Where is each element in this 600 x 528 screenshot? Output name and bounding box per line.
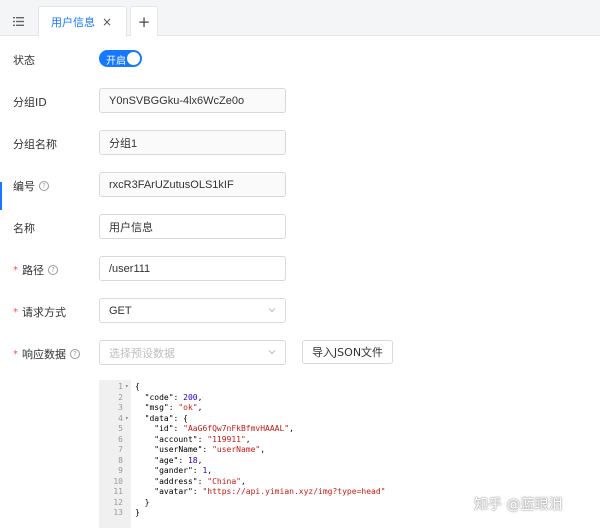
status-label: 状态 [13,54,35,67]
preset-data-placeholder: 选择预设数据 [109,347,175,360]
toggle-knob [127,52,140,65]
close-icon[interactable]: × [102,15,112,29]
line-number: 7 [118,445,123,454]
line-number: 11 [113,487,123,496]
list-icon[interactable] [0,6,36,36]
group-id-label: 分组ID [13,96,47,109]
code-text: "code": 200, [135,392,203,402]
side-indicator [0,182,2,210]
code-text: "gander": 1, [135,466,213,475]
code-text: "avatar": "https://api.yimian.xyz/img?ty… [135,487,386,496]
code-text: } [135,508,140,517]
code-text: "account": "119911", [135,434,251,444]
method-label: 请求方式 [22,306,66,319]
help-icon[interactable]: ? [70,349,80,359]
code-text: } [135,497,150,507]
code-text: "userName": "userName", [135,445,266,454]
line-number: 4 [118,413,123,423]
name-label: 名称 [13,222,35,235]
json-code-editor[interactable]: 1 ▾{2 "code": 200, 3 "msg": "ok", 4 ▾ "data"… [99,380,533,528]
help-icon[interactable]: ? [39,181,49,191]
line-number: 8 [118,455,123,465]
code-text: "age": 18, [135,455,203,465]
add-tab-button[interactable]: + [130,6,158,36]
fold-arrow-icon[interactable]: ▾ [125,382,129,393]
path-label: 路径 [22,264,44,277]
help-icon[interactable]: ? [48,265,58,275]
required-mark: * [13,306,18,318]
preset-data-select[interactable]: 选择预设数据 [99,340,286,365]
code-text: { [135,382,140,391]
import-json-button[interactable]: 导入JSON文件 [302,340,393,364]
group-name-label: 分组名称 [13,138,57,151]
method-value: GET [109,304,132,317]
line-number: 5 [118,424,123,433]
chevron-down-icon [268,350,276,355]
chevron-down-icon [268,308,276,313]
required-mark: * [13,264,18,276]
tab-user-info[interactable]: 用户信息 × [38,6,127,37]
name-field[interactable]: 用户信息 [99,214,286,239]
line-number: 10 [113,476,123,486]
method-label-row: * 请求方式 [13,304,66,320]
number-label-row: 编号 ? [13,178,49,194]
code-text: "address": "China", [135,476,246,486]
response-label: 响应数据 [22,348,66,361]
group-id-field[interactable]: Y0nSVBGGku-4lx6WcZe0o [99,88,286,113]
line-number: 12 [113,497,123,507]
required-mark: * [13,348,18,360]
line-number: 2 [118,392,123,402]
line-number: 13 [113,508,123,517]
line-number: 3 [118,403,123,412]
status-toggle-text: 开启 [106,56,126,67]
path-field[interactable]: /user111 [99,256,286,281]
code-text: "data": { [135,413,188,423]
tab-bar: 用户信息 × + [0,0,600,37]
number-field[interactable]: rxcR3FArUZutusOLS1kIF [99,172,286,197]
path-label-row: * 路径 ? [13,262,58,278]
code-text: "id": "AaG6fQw7nFkBfmvHAAAL", [135,424,294,433]
tab-label: 用户信息 [51,16,95,29]
line-number: 6 [118,434,123,444]
line-number: 1 [118,382,123,391]
line-number: 9 [118,466,123,475]
response-label-row: * 响应数据 ? [13,346,80,362]
number-label: 编号 [13,180,35,193]
status-toggle[interactable]: 开启 [99,50,142,67]
code-text: "msg": "ok", [135,403,203,412]
watermark: 知乎 @蓝眼泪 [474,497,563,513]
method-select[interactable]: GET [99,298,286,323]
group-name-field[interactable]: 分组1 [99,130,286,155]
fold-arrow-icon[interactable]: ▾ [125,414,129,425]
